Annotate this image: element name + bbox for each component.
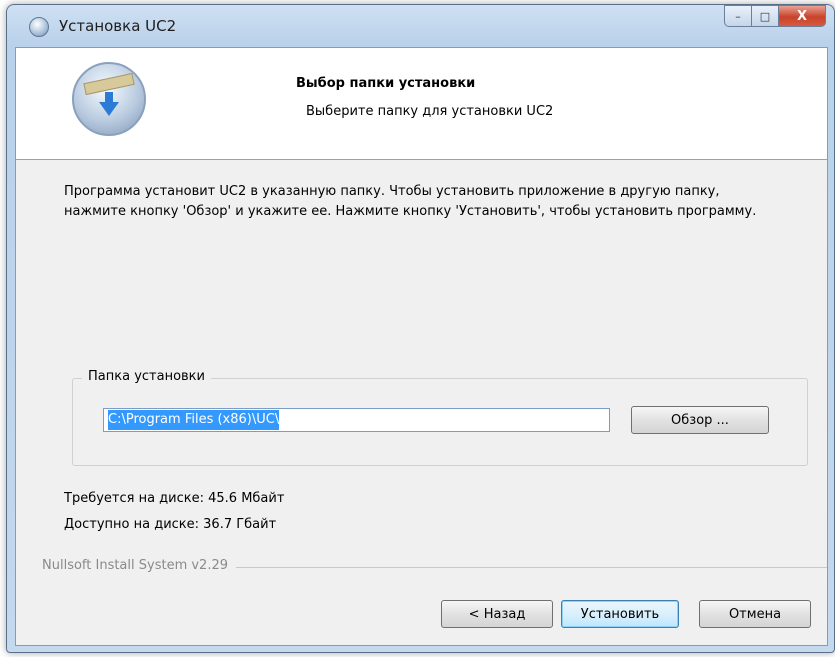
disk-space-available: Доступно на диске: 36.7 Гбайт bbox=[64, 517, 277, 532]
cancel-button[interactable]: Отмена bbox=[699, 600, 811, 628]
browse-button[interactable]: Обзор ... bbox=[631, 406, 769, 434]
close-button[interactable]: X bbox=[779, 5, 826, 27]
installer-page: Выбор папки установки Выберите папку для… bbox=[15, 47, 828, 646]
maximize-icon: □ bbox=[759, 9, 771, 23]
installer-globe-icon bbox=[29, 17, 49, 37]
disk-space-required: Требуется на диске: 45.6 Мбайт bbox=[64, 491, 285, 506]
installer-window: Установка UC2 – □ X Выбор папки установк… bbox=[6, 4, 835, 653]
install-path-value: C:\Program Files (x86)\UC\ bbox=[108, 410, 280, 430]
title-bar[interactable]: Установка UC2 – □ X bbox=[7, 5, 834, 47]
minimize-icon: – bbox=[735, 9, 741, 23]
window-title: Установка UC2 bbox=[59, 17, 177, 35]
install-button[interactable]: Установить bbox=[561, 600, 679, 628]
window-controls: – □ X bbox=[724, 5, 826, 27]
page-header: Выбор папки установки Выберите папку для… bbox=[16, 48, 827, 160]
install-path-input[interactable]: C:\Program Files (x86)\UC\ bbox=[103, 408, 610, 432]
page-title: Выбор папки установки bbox=[296, 76, 476, 91]
minimize-button[interactable]: – bbox=[724, 5, 752, 27]
install-disk-icon bbox=[72, 62, 146, 136]
install-folder-label: Папка установки bbox=[82, 369, 211, 384]
page-subtitle: Выберите папку для установки UC2 bbox=[306, 104, 554, 119]
back-button[interactable]: < Назад bbox=[441, 600, 553, 628]
close-icon: X bbox=[796, 8, 808, 24]
branding-text: Nullsoft Install System v2.29 bbox=[42, 558, 237, 573]
maximize-button[interactable]: □ bbox=[752, 5, 779, 27]
description-text: Программа установит UC2 в указанную папк… bbox=[64, 184, 757, 219]
